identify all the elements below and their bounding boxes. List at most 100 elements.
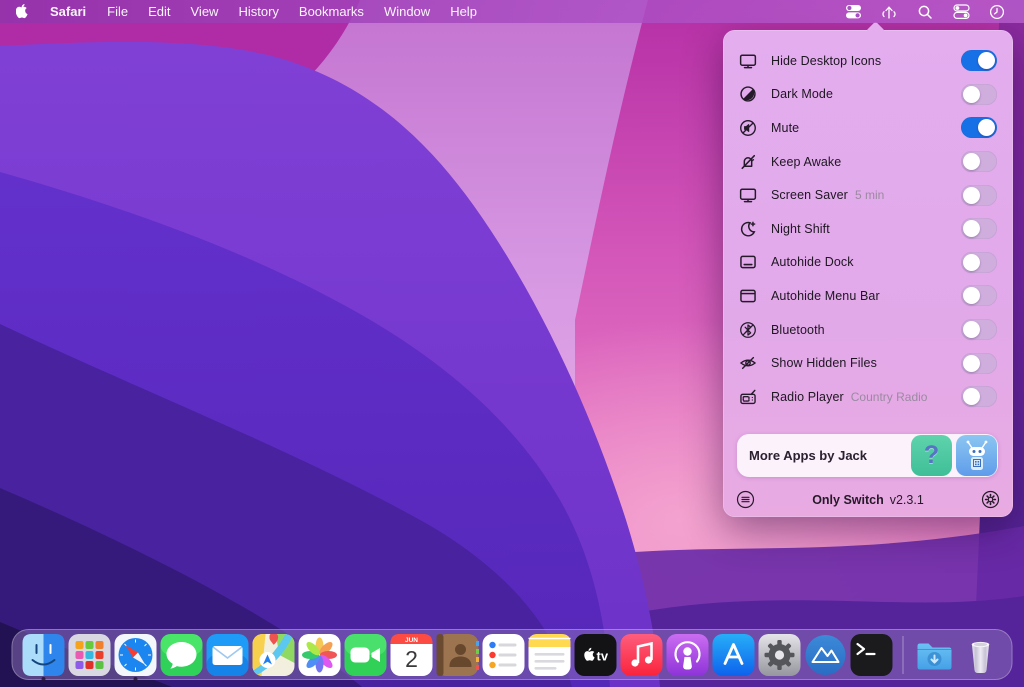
desktop: Safari File Edit View History Bookmarks … <box>0 0 1024 687</box>
dock-safari[interactable] <box>114 633 158 677</box>
dock-mountain-app[interactable] <box>804 633 848 677</box>
menu-window[interactable]: Window <box>374 0 440 23</box>
toggle-rows: Hide Desktop Icons Dark Mode Mute Keep A… <box>723 44 1013 414</box>
qrobot-app-icon[interactable] <box>956 435 997 476</box>
screen-dock-icon <box>737 252 758 273</box>
dock-messages[interactable] <box>160 633 204 677</box>
row-autohide-dock[interactable]: Autohide Dock <box>723 246 1013 280</box>
dock-terminal[interactable] <box>850 633 894 677</box>
row-label: Keep Awake <box>771 155 841 169</box>
dock-photos[interactable] <box>298 633 342 677</box>
menu-file[interactable]: File <box>97 0 138 23</box>
dock-maps[interactable] <box>252 633 296 677</box>
question-app-icon[interactable]: ? <box>911 435 952 476</box>
toggle-mute[interactable] <box>961 117 997 138</box>
dock-tv[interactable]: tv <box>574 633 618 677</box>
row-label: Screen Saver <box>771 188 848 202</box>
menu-bar-left: Safari File Edit View History Bookmarks … <box>0 0 487 23</box>
radio-icon <box>737 386 758 407</box>
calendar-day: 2 <box>405 646 418 672</box>
toggle-knob <box>963 355 980 372</box>
toggle-autohide-menu-bar[interactable] <box>961 285 997 306</box>
question-glyph: ? <box>924 441 939 470</box>
calendar-month: JUN <box>405 636 418 643</box>
menu-app-name[interactable]: Safari <box>39 0 97 23</box>
dock-calendar[interactable]: JUN 2 <box>390 633 434 677</box>
dock-facetime[interactable] <box>344 633 388 677</box>
row-screen-saver[interactable]: Screen Saver 5 min <box>723 178 1013 212</box>
more-apps-banner[interactable]: More Apps by Jack ? <box>737 434 998 477</box>
row-radio-player[interactable]: Radio Player Country Radio <box>723 380 1013 414</box>
row-hide-desktop-icons[interactable]: Hide Desktop Icons <box>723 44 1013 78</box>
row-label: Radio Player <box>771 390 844 404</box>
dock-notes[interactable] <box>528 633 572 677</box>
apple-menu-icon[interactable] <box>0 4 39 19</box>
toggle-hide-desktop-icons[interactable] <box>961 50 997 71</box>
panel-footer: Only Switchv2.3.1 <box>723 482 1013 517</box>
row-autohide-menu-bar[interactable]: Autohide Menu Bar <box>723 279 1013 313</box>
dock-reminders[interactable] <box>482 633 526 677</box>
menu-history[interactable]: History <box>228 0 288 23</box>
spotlight-search-icon[interactable] <box>910 0 940 23</box>
dock-system-preferences[interactable] <box>758 633 802 677</box>
toggle-keep-awake[interactable] <box>961 151 997 172</box>
menu-edit[interactable]: Edit <box>138 0 180 23</box>
row-keep-awake[interactable]: Keep Awake <box>723 145 1013 179</box>
dock-music[interactable] <box>620 633 664 677</box>
dock-contacts[interactable] <box>436 633 480 677</box>
row-night-shift[interactable]: Night Shift <box>723 212 1013 246</box>
toggle-knob <box>963 153 980 170</box>
row-sub-label: 5 min <box>855 188 884 202</box>
row-label: Autohide Menu Bar <box>771 289 880 303</box>
row-dark-mode[interactable]: Dark Mode <box>723 78 1013 112</box>
dock-divider <box>903 636 904 674</box>
menu-bookmarks[interactable]: Bookmarks <box>289 0 374 23</box>
menu-view[interactable]: View <box>181 0 229 23</box>
toggle-bluetooth[interactable] <box>961 319 997 340</box>
more-apps-label: More Apps by Jack <box>737 448 867 463</box>
half-circle-icon <box>737 84 758 105</box>
dock-downloads-folder[interactable] <box>913 633 957 677</box>
menu-bar: Safari File Edit View History Bookmarks … <box>0 0 1024 23</box>
clock-icon[interactable] <box>982 0 1012 23</box>
settings-gear-button[interactable] <box>981 490 1000 509</box>
toggle-night-shift[interactable] <box>961 218 997 239</box>
toggle-knob <box>978 52 995 69</box>
toggle-radio-player[interactable] <box>961 386 997 407</box>
app-title: Only Switchv2.3.1 <box>723 493 1013 507</box>
menu-list-button[interactable] <box>736 490 755 509</box>
dock-trash[interactable] <box>959 633 1003 677</box>
toggle-dark-mode[interactable] <box>961 84 997 105</box>
row-label: Dark Mode <box>771 87 833 101</box>
toggle-knob <box>963 220 980 237</box>
toggle-autohide-dock[interactable] <box>961 252 997 273</box>
row-bluetooth[interactable]: Bluetooth <box>723 313 1013 347</box>
row-label: Night Shift <box>771 222 830 236</box>
display-icon <box>737 185 758 206</box>
control-center-icon[interactable] <box>946 0 976 23</box>
toggle-show-hidden-files[interactable] <box>961 353 997 374</box>
dock-launchpad[interactable] <box>68 633 112 677</box>
dock-podcasts[interactable] <box>666 633 710 677</box>
dock: JUN 2 tv <box>12 629 1013 680</box>
row-label: Show Hidden Files <box>771 356 877 370</box>
menu-help[interactable]: Help <box>440 0 487 23</box>
dock-finder[interactable] <box>22 633 66 677</box>
row-show-hidden-files[interactable]: Show Hidden Files <box>723 346 1013 380</box>
tv-label: tv <box>597 648 609 663</box>
row-mute[interactable]: Mute <box>723 111 1013 145</box>
row-sub-label: Country Radio <box>851 390 928 404</box>
toggle-knob <box>963 388 980 405</box>
only-switch-menu-icon[interactable] <box>838 0 868 23</box>
alarm-slash-icon <box>737 151 758 172</box>
broadcast-icon[interactable] <box>874 0 904 23</box>
eye-slash-icon <box>737 353 758 374</box>
bluetooth-slash-icon <box>737 319 758 340</box>
row-label: Bluetooth <box>771 323 825 337</box>
toggle-knob <box>963 86 980 103</box>
menu-bar-status <box>838 0 1024 23</box>
toggle-screen-saver[interactable] <box>961 185 997 206</box>
dock-mail[interactable] <box>206 633 250 677</box>
dock-app-store[interactable] <box>712 633 756 677</box>
toggle-knob <box>963 321 980 338</box>
